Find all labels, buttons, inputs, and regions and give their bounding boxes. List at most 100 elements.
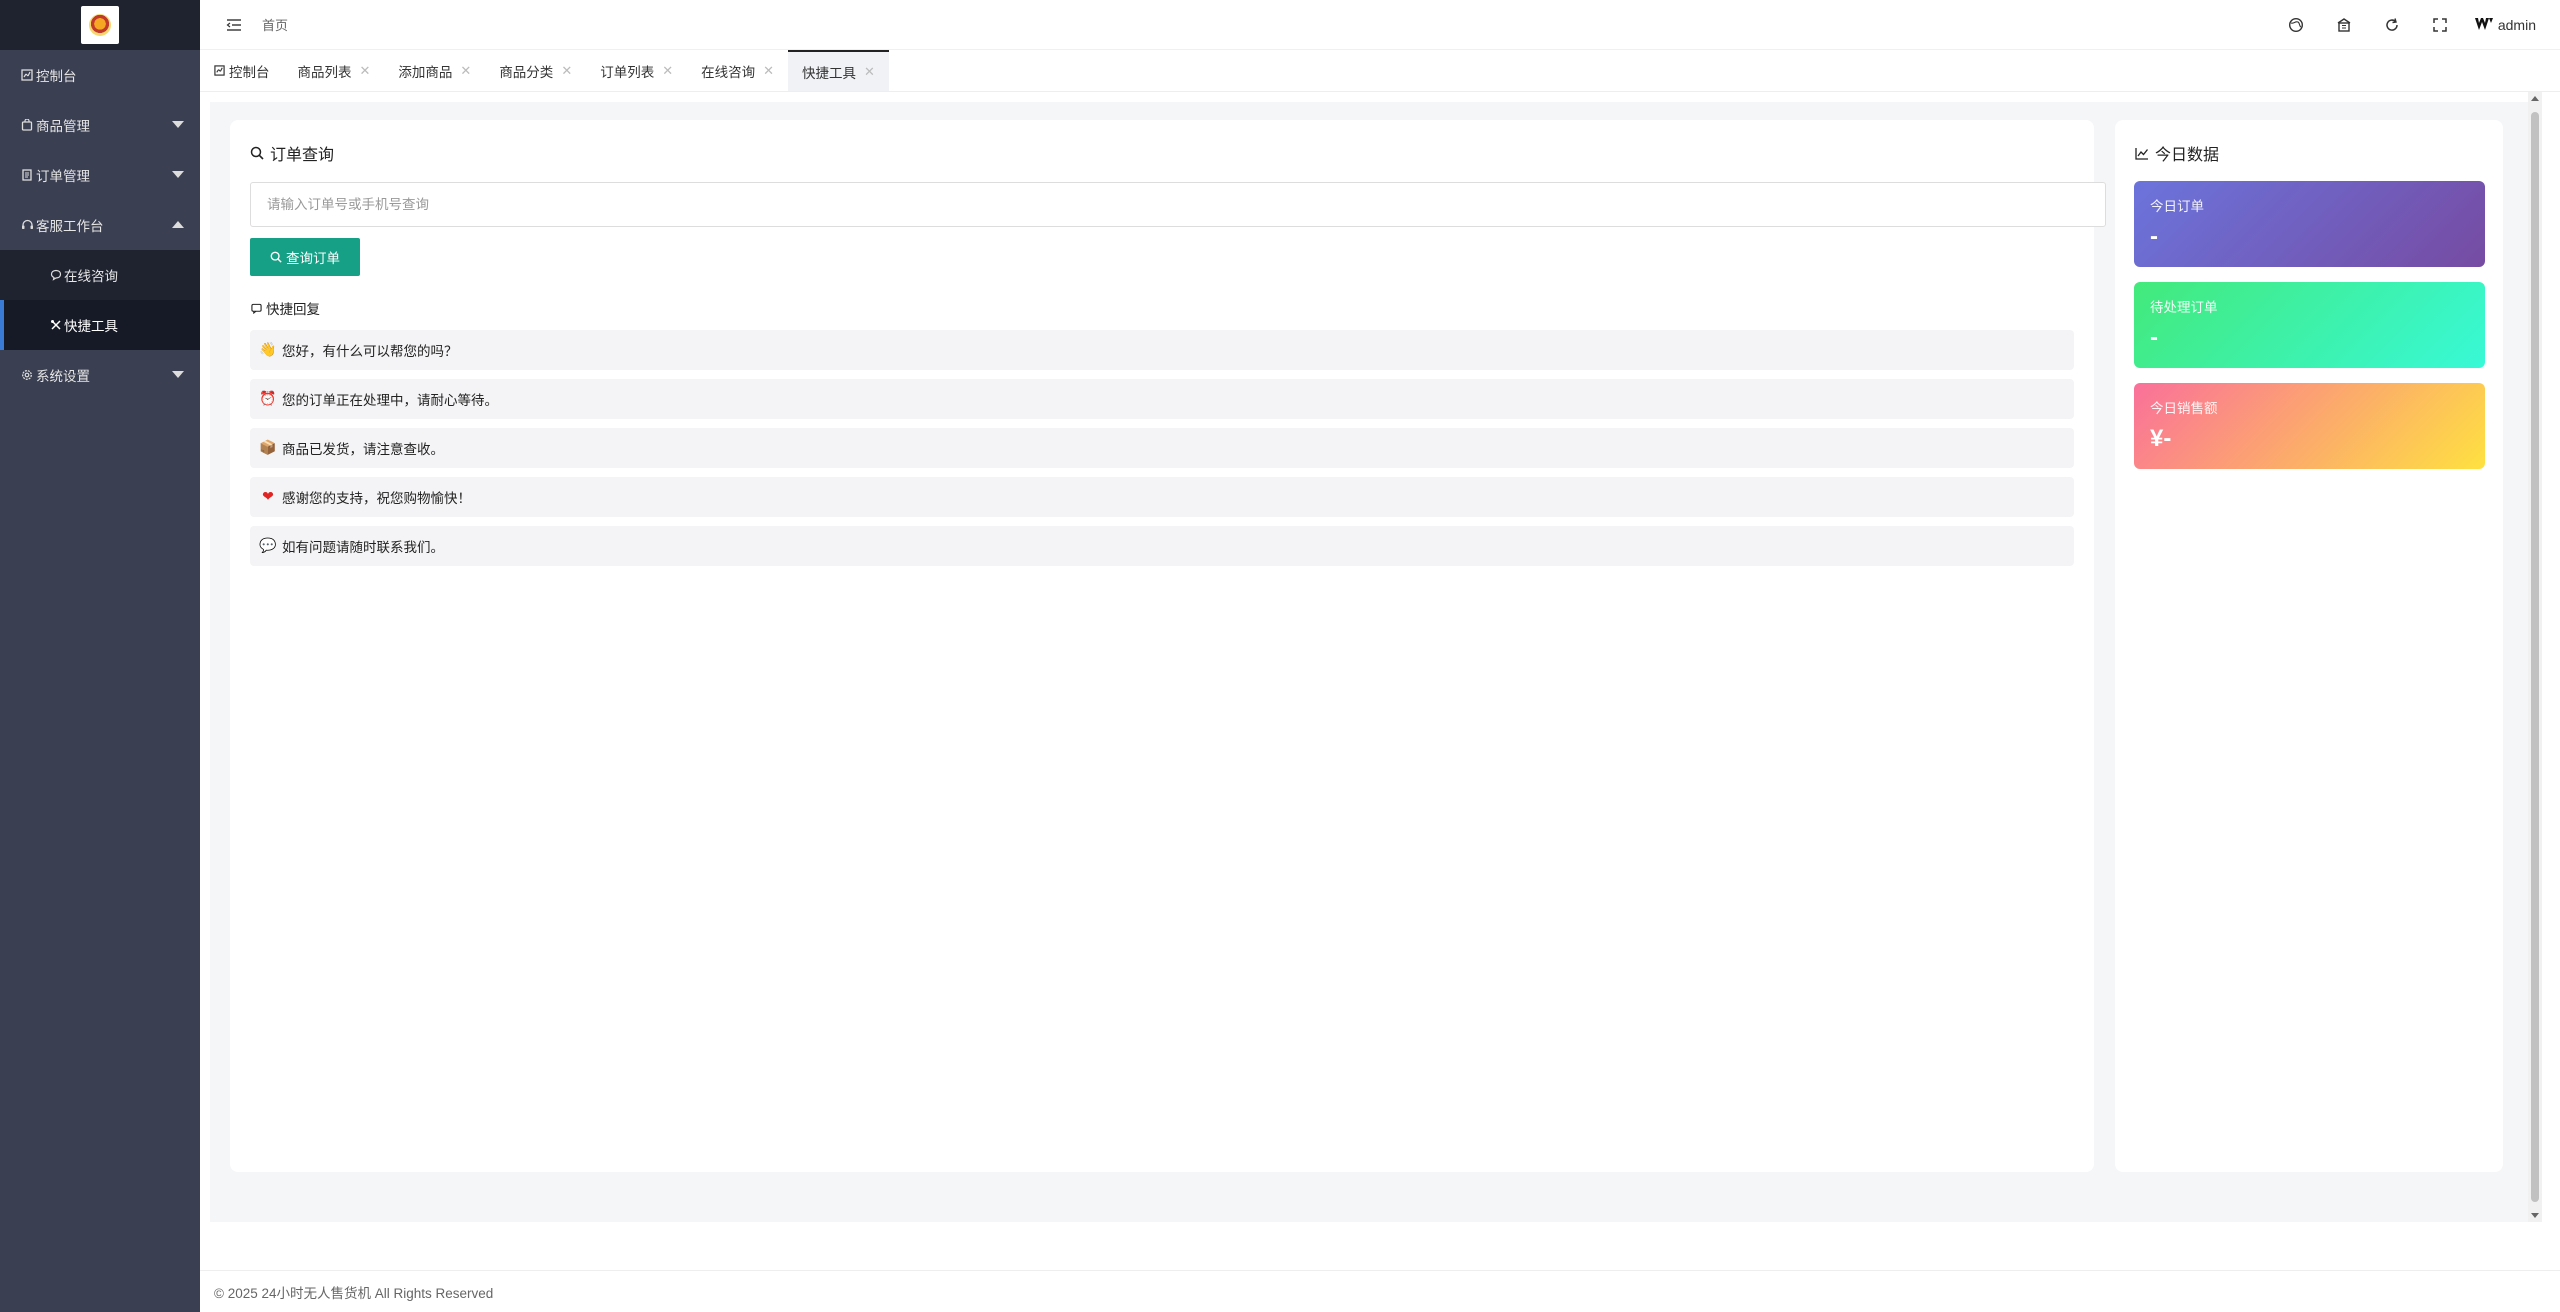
alarm-clock-icon: ⏰ <box>259 391 277 407</box>
quick-reply-item[interactable]: 📦 商品已发货，请注意查收。 <box>250 428 2074 468</box>
tab-add-product[interactable]: 添加商品 ✕ <box>384 50 485 91</box>
sidebar-item-label: 客服工作台 <box>36 219 104 234</box>
close-icon[interactable]: ✕ <box>561 63 572 79</box>
sidebar-item-settings[interactable]: 系统设置 <box>0 350 200 400</box>
stat-value: - <box>2150 324 2158 351</box>
close-icon[interactable]: ✕ <box>662 63 673 79</box>
shop-icon <box>20 118 34 132</box>
today-stats-card <box>2115 120 2503 1172</box>
tab-label: 快捷工具 <box>802 65 857 81</box>
tab-product-category[interactable]: 商品分类 ✕ <box>485 50 586 91</box>
stat-label: 今日订单 <box>2150 199 2204 214</box>
tab-online-consult[interactable]: 在线咨询 ✕ <box>687 50 788 91</box>
sidebar-item-label: 在线咨询 <box>64 269 118 284</box>
sidebar-item-label: 订单管理 <box>36 169 90 184</box>
document-icon <box>20 168 34 182</box>
order-search-input[interactable] <box>250 182 2106 227</box>
stat-today-orders: 今日订单 - <box>2134 181 2485 267</box>
menu-toggle-icon[interactable] <box>224 15 244 35</box>
user-menu[interactable]: admin <box>2464 17 2560 34</box>
scroll-down-arrow-icon[interactable] <box>2531 1213 2539 1218</box>
order-query-card <box>230 120 2094 1172</box>
sidebar-item-service[interactable]: 客服工作台 <box>0 200 200 250</box>
refresh-icon[interactable] <box>2368 0 2416 50</box>
close-icon[interactable]: ✕ <box>763 63 774 79</box>
tab-label: 商品分类 <box>499 64 554 80</box>
quick-reply-item[interactable]: ❤ 感谢您的支持，祝您购物愉快！ <box>250 477 2074 517</box>
search-icon <box>250 146 264 160</box>
service-submenu: 在线咨询 快捷工具 <box>0 250 200 350</box>
quick-reply-text: 感谢您的支持，祝您购物愉快！ <box>282 491 471 506</box>
heart-icon: ❤ <box>262 489 274 505</box>
scroll-up-arrow-icon[interactable] <box>2531 96 2539 101</box>
dashboard-icon <box>214 65 225 76</box>
search-icon <box>270 251 282 263</box>
sidebar-item-label: 控制台 <box>36 69 77 84</box>
stat-label: 待处理订单 <box>2150 300 2218 315</box>
tab-label: 商品列表 <box>297 64 352 80</box>
quick-reply-item[interactable]: 💬 如有问题请随时联系我们。 <box>250 526 2074 566</box>
tab-label: 控制台 <box>229 64 270 80</box>
breadcrumb[interactable]: 首页 <box>262 15 288 34</box>
sidebar-item-label: 商品管理 <box>36 119 90 134</box>
sidebar-item-quick-tools[interactable]: 快捷工具 <box>0 300 200 350</box>
logo[interactable] <box>81 6 119 44</box>
close-icon[interactable]: ✕ <box>460 63 471 79</box>
today-stats-title: 今日数据 <box>2135 141 2219 165</box>
query-order-button[interactable]: 查询订单 <box>250 238 360 276</box>
sidebar-item-orders[interactable]: 订单管理 <box>0 150 200 200</box>
chevron-up-icon <box>172 221 184 228</box>
tab-quick-tools[interactable]: 快捷工具 ✕ <box>788 50 889 91</box>
quick-reply-item[interactable]: 👋 您好，有什么可以帮您的吗？ <box>250 330 2074 370</box>
quick-reply-title: 快捷回复 <box>251 298 320 318</box>
logo-area <box>0 0 200 50</box>
close-icon[interactable]: ✕ <box>864 64 875 80</box>
stat-value: - <box>2150 223 2158 250</box>
sidebar-menu: 控制台 商品管理 订单管理 客服工作台 <box>0 50 200 250</box>
header-actions: admin <box>2272 0 2560 50</box>
tab-label: 在线咨询 <box>701 64 756 80</box>
logo-icon <box>89 14 111 36</box>
sidebar-item-products[interactable]: 商品管理 <box>0 100 200 150</box>
cache-clear-icon[interactable] <box>2320 0 2368 50</box>
stat-value: ¥- <box>2150 425 2172 452</box>
quick-reply-text: 您的订单正在处理中，请耐心等待。 <box>282 393 498 408</box>
sidebar: 控制台 商品管理 订单管理 客服工作台 在线咨询 快捷工具 系统设置 <box>0 0 200 1312</box>
sidebar-item-online-consult[interactable]: 在线咨询 <box>0 250 200 300</box>
chevron-down-icon <box>172 171 184 178</box>
brand-logo-icon <box>2474 17 2494 34</box>
tab-product-list[interactable]: 商品列表 ✕ <box>284 50 385 91</box>
sidebar-item-label: 系统设置 <box>36 369 90 384</box>
close-icon[interactable]: ✕ <box>360 63 371 79</box>
tab-label: 订单列表 <box>600 64 655 80</box>
quick-reply-text: 如有问题请随时联系我们。 <box>282 540 444 555</box>
headset-icon <box>20 218 34 232</box>
stat-today-sales: 今日销售额 ¥- <box>2134 383 2485 469</box>
line-chart-icon <box>2135 147 2149 160</box>
chat-bubble-icon <box>50 269 62 281</box>
scrollbar-thumb[interactable] <box>2531 112 2539 1202</box>
stat-pending-orders: 待处理订单 - <box>2134 282 2485 368</box>
chevron-down-icon <box>172 371 184 378</box>
footer: © 2025 24小时无人售货机 All Rights Reserved <box>200 1270 2560 1312</box>
page-tabs: 控制台 商品列表 ✕ 添加商品 ✕ 商品分类 ✕ 订单列表 ✕ 在线咨询 ✕ 快… <box>200 50 2560 92</box>
tab-order-list[interactable]: 订单列表 ✕ <box>586 50 687 91</box>
page-scrollbar[interactable] <box>2528 92 2542 1222</box>
quick-reply-text: 您好，有什么可以帮您的吗？ <box>282 344 458 359</box>
quick-reply-title-text: 快捷回复 <box>266 302 320 317</box>
tab-label: 添加商品 <box>398 64 453 80</box>
quick-reply-text: 商品已发货，请注意查收。 <box>282 442 444 457</box>
globe-icon[interactable] <box>2272 0 2320 50</box>
order-query-title: 订单查询 <box>250 141 334 165</box>
quick-reply-item[interactable]: ⏰ 您的订单正在处理中，请耐心等待。 <box>250 379 2074 419</box>
sidebar-item-dashboard[interactable]: 控制台 <box>0 50 200 100</box>
chevron-down-icon <box>172 121 184 128</box>
package-icon: 📦 <box>259 440 277 456</box>
gear-icon <box>20 368 34 382</box>
fullscreen-icon[interactable] <box>2416 0 2464 50</box>
sidebar-menu-bottom: 系统设置 <box>0 350 200 400</box>
chat-icon <box>251 303 262 314</box>
order-query-title-text: 订单查询 <box>270 147 335 164</box>
tools-icon <box>50 319 62 331</box>
tab-dashboard[interactable]: 控制台 <box>200 50 284 91</box>
